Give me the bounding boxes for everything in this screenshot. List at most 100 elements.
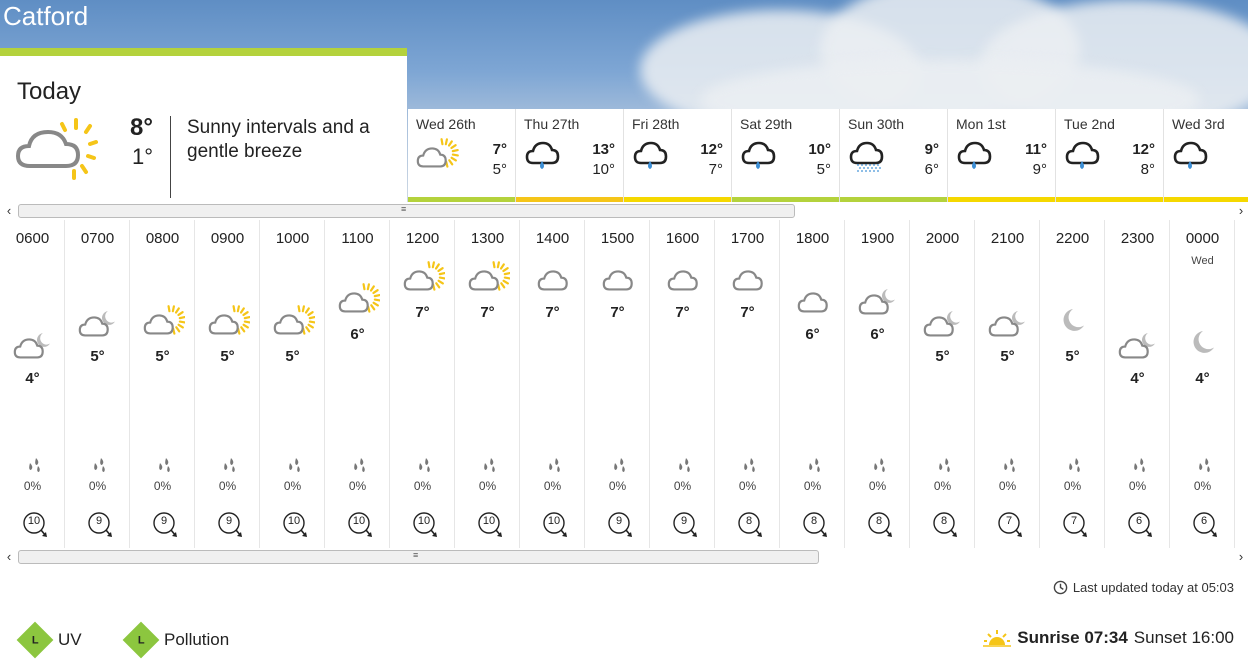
day-tab[interactable]: Sun 30th 9° 6°	[840, 109, 948, 203]
hour-temp: 7°	[480, 304, 495, 321]
wind-speed: 6	[1135, 515, 1143, 527]
hour-temp: 7°	[415, 304, 430, 321]
rain-chance: 0%	[673, 479, 692, 493]
hour-column[interactable]: 1000 5° 0% 10	[260, 220, 325, 550]
hour-column[interactable]: 1700 7° 0% 8	[715, 220, 780, 550]
hour-column[interactable]: 0700 5° 0% 9	[65, 220, 130, 550]
hour-column[interactable]: 0900 5° 0% 9	[195, 220, 260, 550]
cloud-icon	[797, 292, 828, 313]
grip-icon: ≡	[401, 204, 407, 214]
sunny-intervals-icon	[468, 261, 510, 291]
hour-temp: 6°	[870, 326, 885, 343]
daily-scrollbar[interactable]: ‹ ≡ ›	[0, 202, 1248, 220]
wind-speed: 10	[417, 515, 431, 527]
day-tab[interactable]: Sat 29th 10° 5°	[732, 109, 840, 203]
hourly-scrollbar[interactable]: ‹ ≡ ›	[0, 548, 1248, 566]
wind-speed-badge: 8	[800, 509, 832, 543]
cloud-icon	[732, 270, 763, 291]
rain-chance: 0%	[283, 479, 302, 493]
day-tab[interactable]: Wed 3rd 1	[1164, 109, 1248, 203]
wind-speed-badge: 9	[85, 509, 117, 543]
day-name: Mon 1st	[956, 116, 1006, 132]
raindrops-icon	[354, 458, 365, 472]
wind-speed: 8	[940, 515, 948, 527]
hour-column[interactable]: 0000 Wed 4° 0% 6	[1170, 220, 1235, 550]
rain-chance: 0%	[998, 479, 1017, 493]
day-name: Sun 30th	[848, 116, 905, 132]
hour-temp: 4°	[1195, 370, 1210, 387]
scroll-right-icon[interactable]: ›	[1234, 203, 1248, 218]
rain-chance: 0%	[738, 479, 757, 493]
day-tab[interactable]: Wed 26th 7° 5°	[408, 109, 516, 203]
wind-speed-badge: 10	[410, 509, 442, 543]
hour-column[interactable]: 2300 4° 0% 6	[1105, 220, 1170, 550]
rain-chance: 0%	[1128, 479, 1147, 493]
wind-speed-badge: 6	[1125, 509, 1157, 543]
hour-time: 1900	[860, 230, 895, 247]
light-rain-icon	[633, 141, 668, 169]
sunny-intervals-icon	[143, 305, 185, 335]
day-high: 9°	[924, 141, 939, 158]
wind-speed: 10	[352, 515, 366, 527]
day-name: Wed 26th	[416, 116, 476, 132]
day-high: 12°	[1132, 141, 1155, 158]
wind-speed-badge: 8	[865, 509, 897, 543]
wind-speed-badge: 10	[280, 509, 312, 543]
today-card[interactable]: Today 8° 1° Sunny intervals and a gentle…	[0, 48, 407, 202]
hour-column[interactable]: 2000 5° 0% 8	[910, 220, 975, 550]
hour-temp: 5°	[1000, 348, 1015, 365]
partly-cloudy-night-icon	[13, 333, 50, 359]
sunny-intervals-icon	[403, 261, 445, 291]
day-tab[interactable]: Mon 1st 11° 9°	[948, 109, 1056, 203]
day-tab[interactable]: Fri 28th 12° 7°	[624, 109, 732, 203]
day-high: 11°	[1025, 141, 1047, 158]
daily-forecast-strip: Wed 26th 7° 5° Thu 27th 13° 10° Fri 28th…	[408, 109, 1248, 203]
scroll-thumb[interactable]	[18, 204, 795, 218]
raindrops-icon	[289, 458, 300, 472]
scroll-left-icon[interactable]: ‹	[2, 203, 16, 218]
scroll-right-icon[interactable]: ›	[1234, 549, 1248, 564]
raindrops-icon	[1134, 458, 1145, 472]
hour-column[interactable]: 1600 7° 0% 9	[650, 220, 715, 550]
sunset-time: Sunset 16:00	[1133, 628, 1234, 647]
day-tab[interactable]: Thu 27th 13° 10°	[516, 109, 624, 203]
scroll-left-icon[interactable]: ‹	[2, 549, 16, 564]
day-low: 5°	[492, 161, 507, 178]
uv-badge[interactable]: L UV	[16, 621, 82, 659]
pollution-badge[interactable]: L Pollution	[122, 621, 229, 659]
hour-column[interactable]: 1900 6° 0% 8	[845, 220, 910, 550]
today-low: 1°	[132, 144, 154, 169]
raindrops-icon	[549, 458, 560, 472]
hour-column[interactable]: 2100 5° 0% 7	[975, 220, 1040, 550]
hour-column[interactable]: 1400 7° 0% 10	[520, 220, 585, 550]
sunny-intervals-icon	[208, 305, 250, 335]
cloud-icon	[667, 270, 698, 291]
hour-time: 0600	[15, 230, 50, 247]
hour-column[interactable]: 0600 4° 0% 10	[0, 220, 65, 550]
hour-temp: 5°	[155, 348, 170, 365]
hour-column[interactable]: 1500 7° 0% 9	[585, 220, 650, 550]
hour-column[interactable]: 1200 7° 0% 10	[390, 220, 455, 550]
rain-chance: 0%	[413, 479, 432, 493]
hour-temp: 4°	[25, 370, 40, 387]
hour-time: 1300	[470, 230, 505, 247]
day-low: 7°	[708, 161, 723, 178]
hour-column[interactable]: 2200 5° 0% 7	[1040, 220, 1105, 550]
wind-speed-badge: 7	[1060, 509, 1092, 543]
hour-column[interactable]: 1300 7° 0% 10	[455, 220, 520, 550]
hour-column[interactable]: 1100 6° 0% 10	[325, 220, 390, 550]
hour-time: 0000	[1185, 230, 1220, 247]
cloud-icon	[537, 270, 568, 291]
hour-column[interactable]: 0800 5° 0% 9	[130, 220, 195, 550]
scroll-thumb[interactable]	[18, 550, 819, 564]
day-tab[interactable]: Tue 2nd 12° 8°	[1056, 109, 1164, 203]
wind-speed-badge: 8	[735, 509, 767, 543]
partly-cloudy-night-icon	[858, 289, 895, 315]
rain-chance: 0%	[23, 479, 42, 493]
hour-time: 2300	[1120, 230, 1155, 247]
clear-night-icon	[1193, 331, 1214, 353]
hour-temp: 7°	[610, 304, 625, 321]
wind-speed-badge: 6	[1190, 509, 1222, 543]
hour-column[interactable]: 1800 6° 0% 8	[780, 220, 845, 550]
wind-speed-badge: 10	[345, 509, 377, 543]
